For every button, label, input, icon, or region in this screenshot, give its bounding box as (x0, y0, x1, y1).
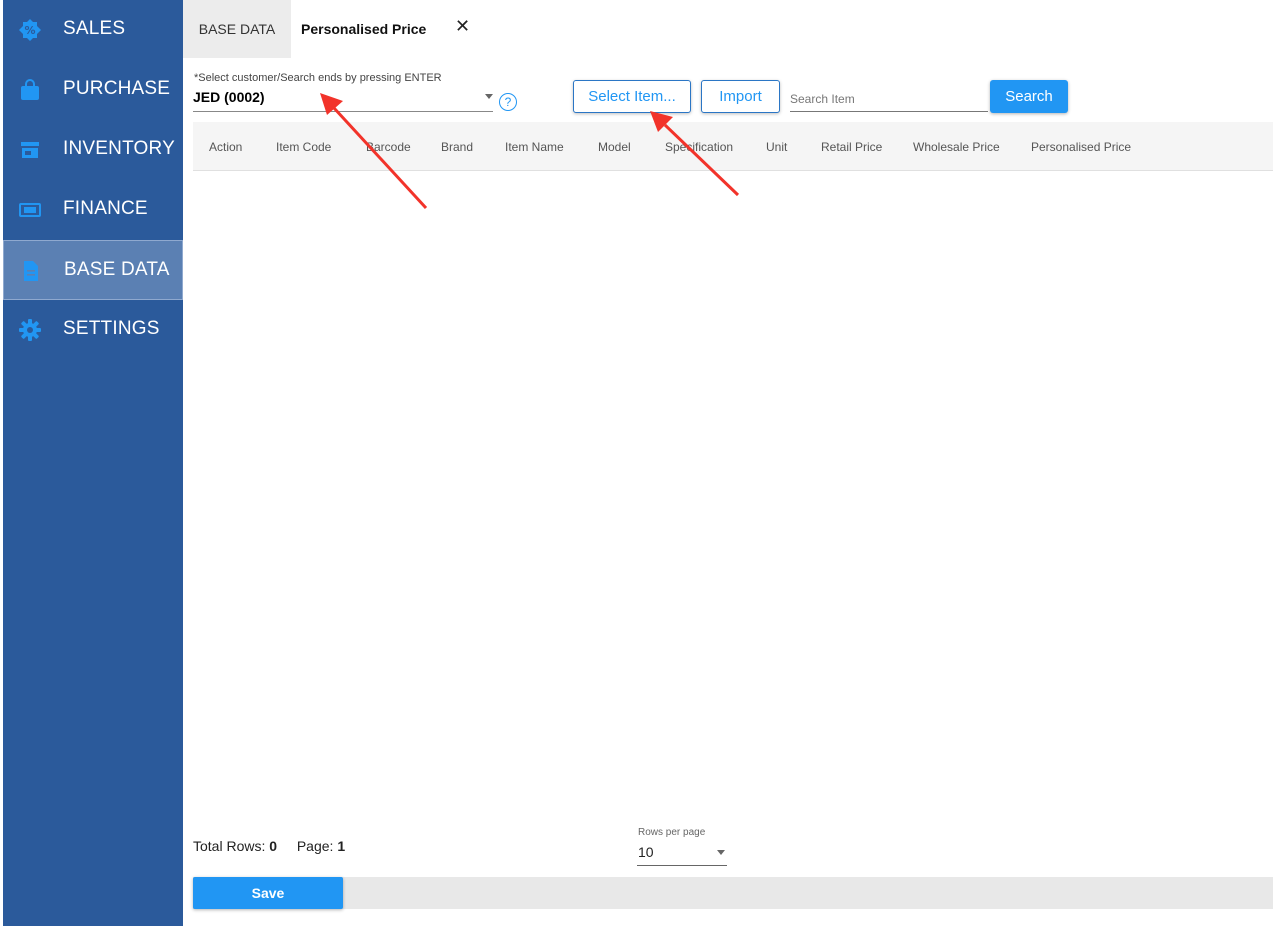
search-item-field (790, 88, 988, 112)
page-value: 1 (337, 838, 346, 854)
caret-down-icon[interactable] (485, 94, 493, 99)
column-header[interactable]: Model (598, 140, 631, 154)
column-header[interactable]: Barcode (366, 140, 411, 154)
sidebar-item-label: FINANCE (63, 198, 148, 219)
column-header[interactable]: Item Code (276, 140, 331, 154)
money-icon (19, 203, 41, 217)
rows-per-page-select[interactable]: 10 (637, 842, 727, 866)
customer-label: *Select customer/Search ends by pressing… (194, 72, 442, 84)
store-icon (21, 142, 39, 158)
rows-per-page-label: Rows per page (638, 827, 706, 838)
column-header[interactable]: Wholesale Price (913, 140, 1000, 154)
sidebar-item-label: SALES (63, 18, 126, 39)
close-icon[interactable]: ✕ (455, 16, 470, 37)
sidebar-item-inventory[interactable]: INVENTORY (3, 120, 183, 180)
tab-base-data[interactable]: BASE DATA (183, 0, 291, 58)
sidebar-item-label: INVENTORY (63, 138, 175, 159)
column-header[interactable]: Brand (441, 140, 473, 154)
sidebar-item-settings[interactable]: SETTINGS (3, 300, 183, 360)
sales-badge-icon: % (19, 19, 41, 41)
customer-value: JED (0002) (193, 89, 265, 105)
svg-text:%: % (24, 24, 35, 37)
save-button[interactable]: Save (193, 877, 343, 909)
customer-select[interactable]: JED (0002) (193, 86, 493, 112)
document-icon (24, 261, 38, 281)
sidebar-item-base-data[interactable]: BASE DATA (3, 240, 183, 300)
column-header[interactable]: Personalised Price (1031, 140, 1131, 154)
main-content: BASE DATA Personalised Price ✕ *Select c… (183, 0, 1273, 926)
sidebar-item-sales[interactable]: % SALES (3, 0, 183, 60)
select-item-button[interactable]: Select Item... (573, 80, 691, 113)
sidebar-item-finance[interactable]: FINANCE (3, 180, 183, 240)
shopping-bag-icon (21, 79, 39, 100)
rows-per-page-value: 10 (638, 844, 654, 860)
column-header[interactable]: Retail Price (821, 140, 882, 154)
column-header[interactable]: Item Name (505, 140, 564, 154)
search-button[interactable]: Search (990, 80, 1068, 113)
total-rows-value: 0 (269, 838, 278, 854)
sidebar-item-label: BASE DATA (64, 259, 170, 280)
table-header: Action Item Code Barcode Brand Item Name… (193, 122, 1273, 171)
gear-icon (19, 319, 41, 341)
total-rows-label: Total Rows: (193, 838, 266, 854)
sidebar: % SALES PURCHASE INVENTORY FINANCE BASE … (3, 0, 183, 926)
page-label: Page: (296, 838, 334, 854)
table-summary: Total Rows: 0 Page: 1 (193, 838, 345, 854)
column-header[interactable]: Unit (766, 140, 787, 154)
column-header[interactable]: Action (209, 140, 242, 154)
import-button[interactable]: Import (701, 80, 780, 113)
sidebar-item-label: PURCHASE (63, 78, 171, 99)
column-header[interactable]: Specification (665, 140, 733, 154)
tab-personalised-price[interactable]: Personalised Price (301, 0, 426, 58)
sidebar-item-label: SETTINGS (63, 318, 160, 339)
search-input[interactable] (790, 88, 988, 110)
caret-down-icon[interactable] (717, 850, 725, 855)
sidebar-item-purchase[interactable]: PURCHASE (3, 60, 183, 120)
save-bar: Save (193, 877, 1273, 909)
help-icon[interactable]: ? (499, 93, 517, 111)
